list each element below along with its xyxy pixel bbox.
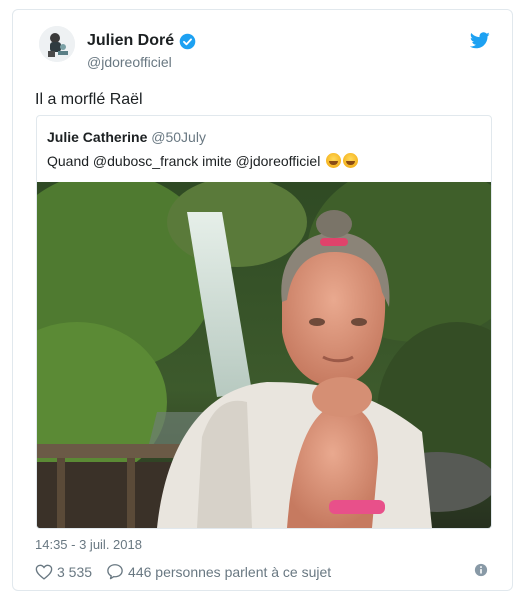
conversation-count: 446 personnes parlent à ce sujet	[128, 563, 332, 580]
embedded-tweet-card: Julien Doré @jdoreofficiel Il a morflé R…	[12, 9, 513, 591]
info-icon[interactable]	[474, 563, 488, 577]
quoted-text: Quand @dubosc_franck imite @jdoreofficie…	[47, 153, 321, 169]
author-name[interactable]: Julien Doré	[87, 32, 174, 50]
verified-badge-icon	[179, 33, 196, 49]
twitter-bird-icon[interactable]	[470, 32, 490, 49]
laughing-emoji-icon	[326, 153, 342, 168]
tweet-actions: 3 535 446 personnes parlent à ce sujet	[35, 563, 345, 580]
author-name-row[interactable]: Julien Doré	[87, 32, 196, 50]
quoted-tweet[interactable]: Julie Catherine @50July Quand @dubosc_fr…	[36, 115, 492, 529]
avatar-figure-icon	[39, 26, 75, 62]
author-avatar[interactable]	[39, 26, 75, 62]
quoted-author-name: Julie Catherine	[47, 129, 148, 145]
quoted-text-row: Quand @dubosc_franck imite @jdoreofficie…	[47, 153, 359, 169]
like-action[interactable]: 3 535	[35, 564, 92, 580]
heart-icon[interactable]	[35, 564, 53, 580]
photo-illustration	[37, 182, 491, 528]
comment-bubble-icon[interactable]	[106, 563, 124, 580]
conversation-action[interactable]: 446 personnes parlent à ce sujet	[106, 563, 331, 580]
laughing-emoji-icon	[343, 153, 359, 168]
quoted-author[interactable]: Julie Catherine @50July	[47, 129, 206, 145]
author-handle[interactable]: @jdoreofficiel	[87, 54, 172, 70]
quoted-photo[interactable]	[37, 182, 491, 528]
tweet-text: Il a morflé Raël	[35, 91, 143, 108]
tweet-timestamp[interactable]: 14:35 - 3 juil. 2018	[35, 537, 142, 552]
like-count: 3 535	[57, 563, 93, 580]
quoted-author-handle: @50July	[151, 129, 206, 145]
